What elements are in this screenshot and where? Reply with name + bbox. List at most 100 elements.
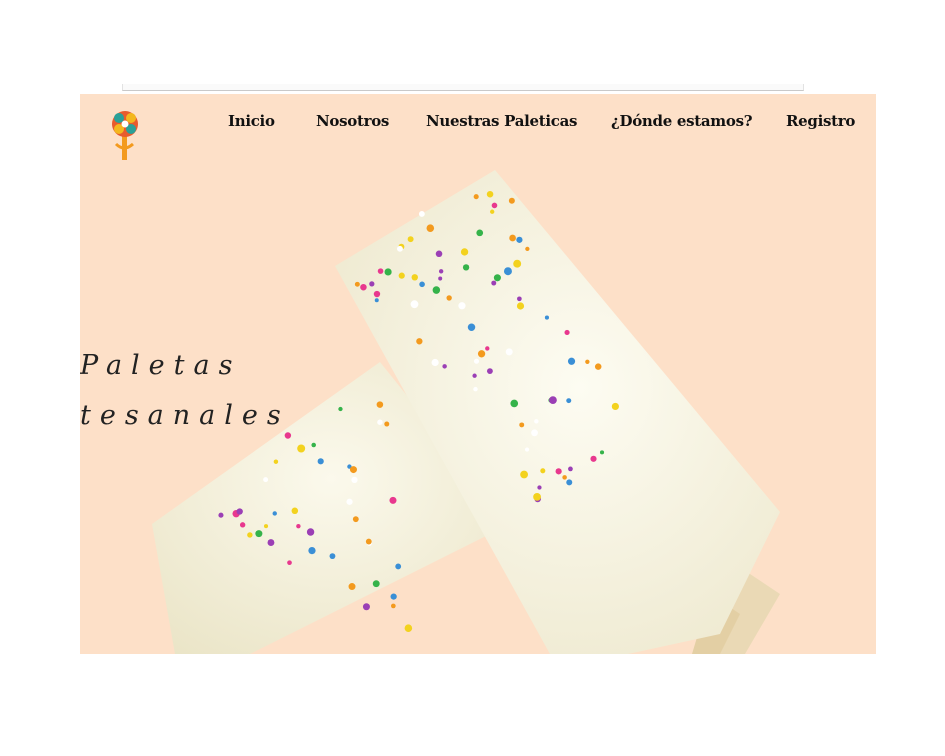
sprinkle (594, 363, 602, 370)
sprinkle (533, 492, 541, 501)
sprinkle (519, 422, 525, 428)
sprinkle (549, 396, 557, 405)
sprinkle (263, 477, 269, 483)
sprinkle (590, 455, 597, 462)
sprinkle (308, 546, 316, 555)
sprinkle (372, 580, 380, 588)
sprinkle (435, 250, 443, 258)
hero-tagline-line2: tesanales (80, 400, 290, 431)
sprinkle (255, 530, 263, 538)
sprinkle (503, 267, 512, 276)
nav-link-donde-estamos[interactable]: ¿Dónde estamos? (611, 112, 753, 130)
nav-link-nuestras-paleticas[interactable]: Nuestras Paleticas (426, 112, 577, 130)
sprinkle (407, 236, 414, 243)
sprinkle (377, 419, 383, 425)
sprinkle (218, 512, 224, 518)
sprinkle (473, 386, 478, 392)
sprinkle (486, 190, 494, 198)
sprinkle (384, 421, 390, 427)
sprinkle (351, 476, 358, 484)
sprinkle (398, 272, 405, 279)
sprinkle (567, 357, 576, 365)
sprinkle (473, 358, 480, 364)
sprinkle (513, 259, 522, 268)
sprinkle (426, 224, 435, 232)
sprinkle (510, 399, 519, 408)
sprinkle (485, 346, 490, 351)
nav-link-inicio[interactable]: Inicio (228, 112, 275, 130)
sprinkle (348, 583, 356, 591)
sprinkle (524, 447, 530, 452)
sprinkle (562, 475, 567, 480)
nav-link-registro[interactable]: Registro (786, 112, 855, 130)
sprinkle (505, 348, 513, 356)
sprinkle (239, 522, 246, 528)
sprinkle (611, 402, 619, 411)
sprinkle (477, 350, 486, 358)
sprinkle (516, 236, 523, 243)
sprinkle (389, 496, 397, 504)
sprinkle (566, 479, 573, 486)
sprinkle (369, 281, 375, 287)
sprinkle (390, 593, 397, 600)
sprinkle (462, 264, 470, 271)
sprinkle (473, 194, 479, 200)
sprinkle (531, 429, 538, 437)
sprinkle (338, 406, 343, 412)
sprinkle (525, 246, 530, 252)
sprinkle (458, 302, 466, 310)
sprinkle (349, 466, 357, 474)
sprinkle (438, 276, 443, 281)
sprinkle (486, 368, 493, 375)
sprinkle (384, 268, 392, 276)
sprinkle (419, 281, 425, 288)
sprinkle (534, 419, 539, 424)
sprinkle (585, 359, 590, 364)
sprinkle (566, 398, 572, 404)
sprinkle (362, 603, 370, 611)
sprinkle (446, 295, 452, 301)
sprinkle (391, 603, 396, 609)
sprinkle (365, 538, 372, 545)
sprinkle (555, 468, 562, 475)
sprinkle (508, 197, 515, 204)
sprinkle (432, 286, 441, 294)
sprinkle (410, 300, 419, 309)
nav-link-nosotros[interactable]: Nosotros (316, 112, 389, 130)
sprinkle (564, 329, 570, 336)
sprinkle (460, 248, 469, 256)
sprinkle (537, 485, 542, 490)
sprinkle (599, 450, 605, 455)
sprinkle (476, 229, 484, 237)
sprinkle (472, 373, 477, 378)
sprinkle (442, 364, 447, 369)
sprinkle (297, 444, 306, 453)
sprinkle (272, 511, 277, 516)
browser-address-bar-edge (122, 84, 804, 91)
sprinkle (418, 211, 425, 217)
main-nav: Inicio Nosotros Nuestras Paleticas ¿Dónd… (80, 112, 876, 140)
sprinkle (296, 523, 301, 529)
hero-tagline-line1: Paletas (80, 350, 242, 381)
sprinkle (467, 323, 476, 331)
sprinkle (354, 281, 360, 287)
sprinkle (431, 358, 439, 367)
sprinkle (568, 466, 573, 472)
sprinkle (352, 516, 359, 523)
sprinkle (373, 290, 381, 298)
sprinkle (287, 560, 292, 566)
sprinkle (377, 268, 384, 274)
sprinkle (374, 298, 379, 303)
sprinkle (236, 508, 243, 515)
sprinkle (493, 274, 501, 282)
sprinkle (263, 524, 269, 529)
sprinkle (291, 507, 299, 515)
sprinkle (311, 442, 316, 448)
sprinkle (544, 315, 549, 320)
sprinkle (438, 269, 444, 274)
sprinkle (540, 468, 546, 474)
sprinkle (520, 470, 528, 479)
hero-section: Inicio Nosotros Nuestras Paleticas ¿Dónd… (80, 94, 876, 654)
sprinkle (396, 245, 403, 252)
sprinkle (404, 624, 413, 632)
